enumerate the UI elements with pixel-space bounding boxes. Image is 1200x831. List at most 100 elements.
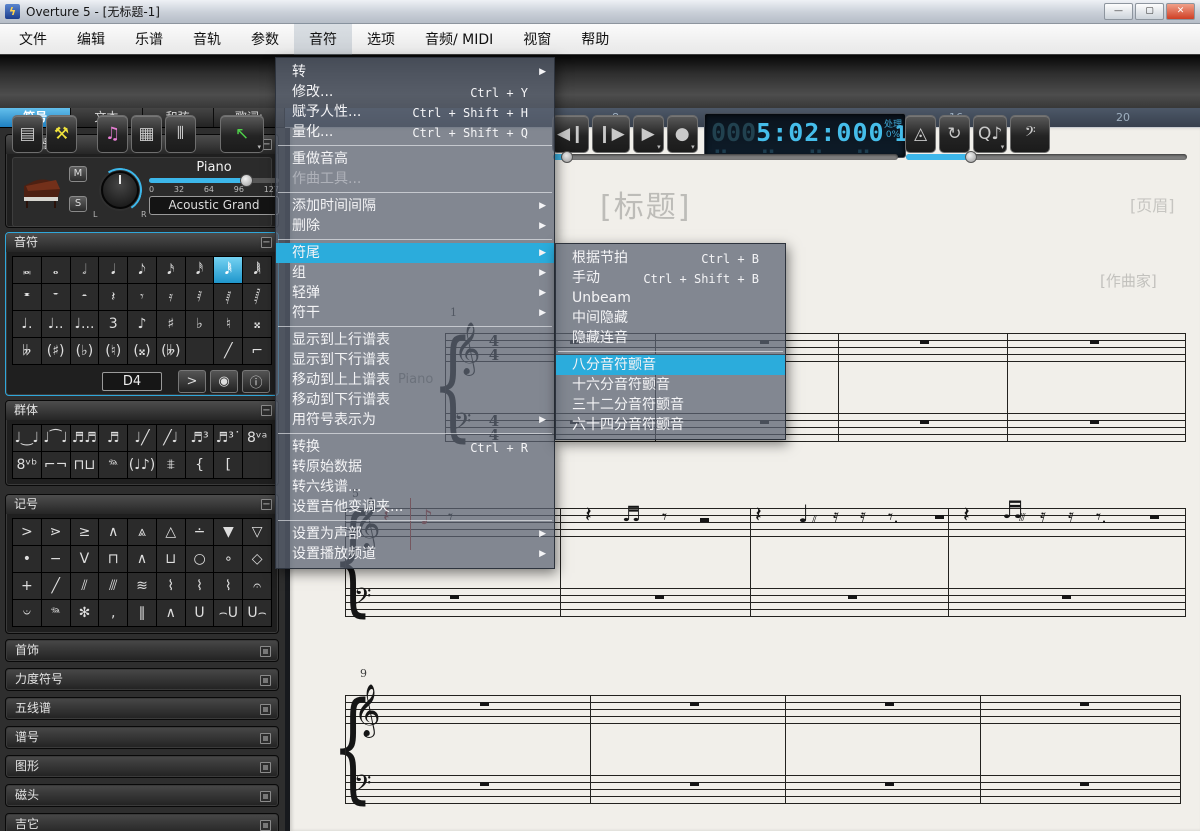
print-button[interactable]: ▤ bbox=[12, 115, 43, 153]
note-grid-cell-r1c4[interactable]: 𝅘𝅥 bbox=[99, 257, 127, 283]
record-button[interactable]: ●▾ bbox=[667, 115, 698, 153]
marks-grid-cell-r3c7[interactable]: ⌇ bbox=[186, 573, 214, 599]
group-grid-cell-r1c6[interactable]: ╱♩ bbox=[157, 425, 185, 451]
group-grid-cell-r1c8[interactable]: ♬³˙ bbox=[214, 425, 242, 451]
expand-button[interactable] bbox=[260, 675, 271, 686]
marks-grid-cell-r1c5[interactable]: ⩓ bbox=[128, 519, 156, 545]
position-slider-thumb[interactable] bbox=[561, 151, 573, 163]
group-grid-cell-r2c8[interactable]: [ bbox=[214, 452, 242, 478]
note-info-button[interactable]: ⓘ bbox=[242, 370, 270, 393]
note-menu-item-3[interactable]: 量化...Ctrl + Shift + Q bbox=[276, 122, 554, 142]
note-menu-item-22[interactable]: 转换Ctrl + R bbox=[276, 437, 554, 457]
note-grid-cell-r1c1[interactable]: 𝅜 bbox=[13, 257, 41, 283]
note-grid-cell-r4c4[interactable]: (♮) bbox=[99, 338, 127, 364]
mute-button[interactable]: M bbox=[69, 166, 87, 182]
note-grid-cell-r4c1[interactable]: 𝄫 bbox=[13, 338, 41, 364]
note-menu-item-23[interactable]: 转原始数据 bbox=[276, 457, 554, 477]
beam-submenu-item-4[interactable]: 隐藏连音 bbox=[556, 328, 785, 348]
menubar-item-9[interactable]: 帮助 bbox=[566, 23, 624, 55]
marks-grid-cell-r2c4[interactable]: ⊓ bbox=[99, 546, 127, 572]
marks-grid-cell-r4c1[interactable]: 𝄑 bbox=[13, 600, 41, 626]
note-menu-item-19[interactable]: 移动到下行谱表 bbox=[276, 390, 554, 410]
note-grid-cell-r3c5[interactable]: ♪ bbox=[128, 311, 156, 337]
note-grid-cell-r2c8[interactable]: 𝅁 bbox=[214, 284, 242, 310]
note-grid-cell-r1c9[interactable]: 𝅘𝅥𝅲 bbox=[243, 257, 271, 283]
note-menu-item-11[interactable]: 符尾▶ bbox=[276, 243, 554, 263]
notes-section-header[interactable]: 音符 − bbox=[6, 233, 278, 252]
group-grid-cell-r2c7[interactable]: { bbox=[186, 452, 214, 478]
note-grid-cell-r1c6[interactable]: 𝅘𝅥𝅯 bbox=[157, 257, 185, 283]
marks-collapse-button[interactable]: − bbox=[261, 499, 272, 510]
marks-grid-cell-r4c7[interactable]: U bbox=[186, 600, 214, 626]
group-grid-cell-r2c1[interactable]: 8ᵛᵇ bbox=[13, 452, 41, 478]
metronome-button[interactable]: ◬ bbox=[905, 115, 936, 153]
note-grid-cell-r4c8[interactable]: ╱ bbox=[214, 338, 242, 364]
beam-submenu-item-9[interactable]: 六十四分音符颤音 bbox=[556, 415, 785, 435]
collapsed-section-4[interactable]: 图形 bbox=[5, 755, 279, 778]
note-grid-cell-r2c5[interactable]: 𝄾 bbox=[128, 284, 156, 310]
marks-grid-cell-r2c2[interactable]: − bbox=[42, 546, 70, 572]
group-grid-cell-r2c3[interactable]: ⊓⊔ bbox=[71, 452, 99, 478]
note-grid-cell-r2c7[interactable]: 𝅀 bbox=[186, 284, 214, 310]
group-grid-cell-r1c2[interactable]: ♩⁀♩ bbox=[42, 425, 70, 451]
note-menu-item-12[interactable]: 组▶ bbox=[276, 263, 554, 283]
expand-button[interactable] bbox=[260, 762, 271, 773]
marks-grid-cell-r4c6[interactable]: ∧ bbox=[157, 600, 185, 626]
group-grid-cell-r2c4[interactable]: 𝆮 bbox=[99, 452, 127, 478]
note-grid-cell-r4c3[interactable]: (♭) bbox=[71, 338, 99, 364]
note-menu-item-24[interactable]: 转六线谱... bbox=[276, 477, 554, 497]
note-menu-item-18[interactable]: 移动到上上谱表 bbox=[276, 370, 554, 390]
marks-grid-cell-r3c6[interactable]: ⌇ bbox=[157, 573, 185, 599]
note-grid-cell-r3c7[interactable]: ♭ bbox=[186, 311, 214, 337]
note-menu-item-0[interactable]: 转▶ bbox=[276, 62, 554, 82]
notes-collapse-button[interactable]: − bbox=[261, 237, 272, 248]
beam-submenu-item-1[interactable]: 手动Ctrl + Shift + B bbox=[556, 268, 785, 288]
note-grid-cell-r3c4[interactable]: 3 bbox=[99, 311, 127, 337]
loop-button[interactable]: ↻ bbox=[939, 115, 970, 153]
group-grid-cell-r2c9[interactable] bbox=[243, 452, 271, 478]
marks-grid-cell-r3c1[interactable]: + bbox=[13, 573, 41, 599]
note-menu-item-27[interactable]: 设置为声部▶ bbox=[276, 524, 554, 544]
note-menu-item-28[interactable]: 设置播放频道▶ bbox=[276, 544, 554, 564]
marks-grid-cell-r2c5[interactable]: ∧ bbox=[128, 546, 156, 572]
menubar-item-8[interactable]: 视窗 bbox=[508, 23, 566, 55]
note-menu-item-9[interactable]: 删除▶ bbox=[276, 216, 554, 236]
marks-grid-cell-r3c8[interactable]: ⌇ bbox=[214, 573, 242, 599]
clef-setup-button[interactable]: 𝄢 bbox=[1010, 115, 1050, 153]
marks-grid-cell-r4c2[interactable]: 𝆮 bbox=[42, 600, 70, 626]
note-grid-cell-r4c5[interactable]: (𝄪) bbox=[128, 338, 156, 364]
marks-grid-cell-r4c3[interactable]: ✻ bbox=[71, 600, 99, 626]
marks-grid-cell-r2c7[interactable]: ○ bbox=[186, 546, 214, 572]
tools-button[interactable]: ⚒ bbox=[46, 115, 77, 153]
marks-grid-cell-r3c5[interactable]: ≋ bbox=[128, 573, 156, 599]
menubar-item-3[interactable]: 音轨 bbox=[178, 23, 236, 55]
note-grid-cell-r4c6[interactable]: (𝄫) bbox=[157, 338, 185, 364]
note-grid-cell-r1c2[interactable]: 𝅝 bbox=[42, 257, 70, 283]
note-grid-cell-r3c9[interactable]: 𝄪 bbox=[243, 311, 271, 337]
beam-submenu-item-7[interactable]: 十六分音符颤音 bbox=[556, 375, 785, 395]
beam-submenu-item-6[interactable]: 八分音符颤音 bbox=[556, 355, 785, 375]
position-slider[interactable] bbox=[553, 154, 898, 160]
note-grid-cell-r3c8[interactable]: ♮ bbox=[214, 311, 242, 337]
group-collapse-button[interactable]: − bbox=[261, 405, 272, 416]
note-menu-item-13[interactable]: 轻弹▶ bbox=[276, 283, 554, 303]
menubar-item-1[interactable]: 编辑 bbox=[62, 23, 120, 55]
track-list-button[interactable]: ▦ bbox=[131, 115, 162, 153]
note-menu-item-6[interactable]: 作曲工具... bbox=[276, 169, 554, 189]
pitch-field[interactable]: D4 bbox=[102, 372, 162, 391]
close-button[interactable]: ✕ bbox=[1166, 3, 1195, 20]
collapsed-section-2[interactable]: 五线谱 bbox=[5, 697, 279, 720]
note-grid-cell-r3c1[interactable]: ♩. bbox=[13, 311, 41, 337]
menubar-item-5[interactable]: 音符 bbox=[294, 23, 352, 55]
group-section-header[interactable]: 群体 − bbox=[6, 401, 278, 420]
marks-grid-cell-r2c6[interactable]: ⊔ bbox=[157, 546, 185, 572]
quantize-button[interactable]: Q♪▾ bbox=[973, 115, 1007, 153]
volume-slider-thumb[interactable] bbox=[240, 174, 253, 187]
note-grid-cell-r2c3[interactable]: 𝄼 bbox=[71, 284, 99, 310]
note-menu-item-20[interactable]: 用符号表示为▶ bbox=[276, 410, 554, 430]
marks-grid-cell-r1c3[interactable]: ≥ bbox=[71, 519, 99, 545]
step-back-button[interactable]: ◀❙ bbox=[552, 115, 589, 153]
note-grid-cell-r2c2[interactable]: 𝄻 bbox=[42, 284, 70, 310]
volume-slider[interactable] bbox=[149, 178, 279, 183]
group-grid-cell-r1c5[interactable]: ♩╱ bbox=[128, 425, 156, 451]
